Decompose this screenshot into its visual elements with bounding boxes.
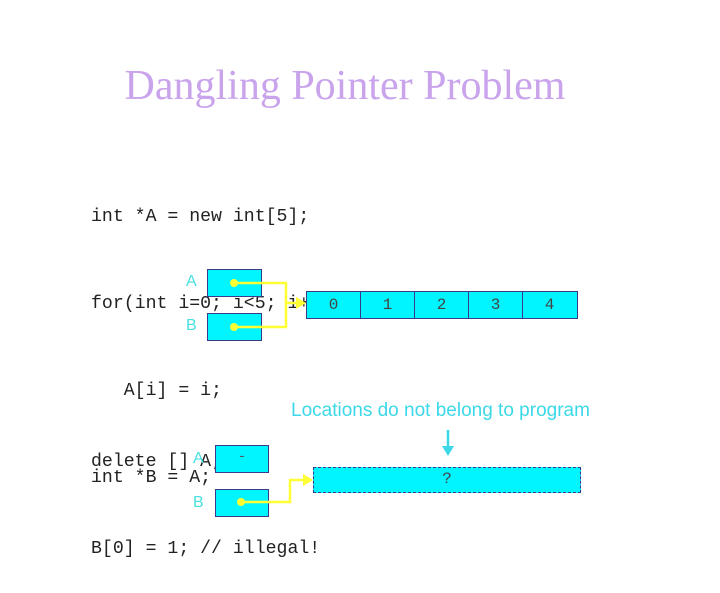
pointer-arrow-a <box>230 279 288 303</box>
pointer-arrow-b-after <box>237 474 313 506</box>
diagram-overlay <box>230 279 454 506</box>
down-arrow-icon <box>442 430 454 456</box>
pointer-arrow-b <box>230 297 306 331</box>
